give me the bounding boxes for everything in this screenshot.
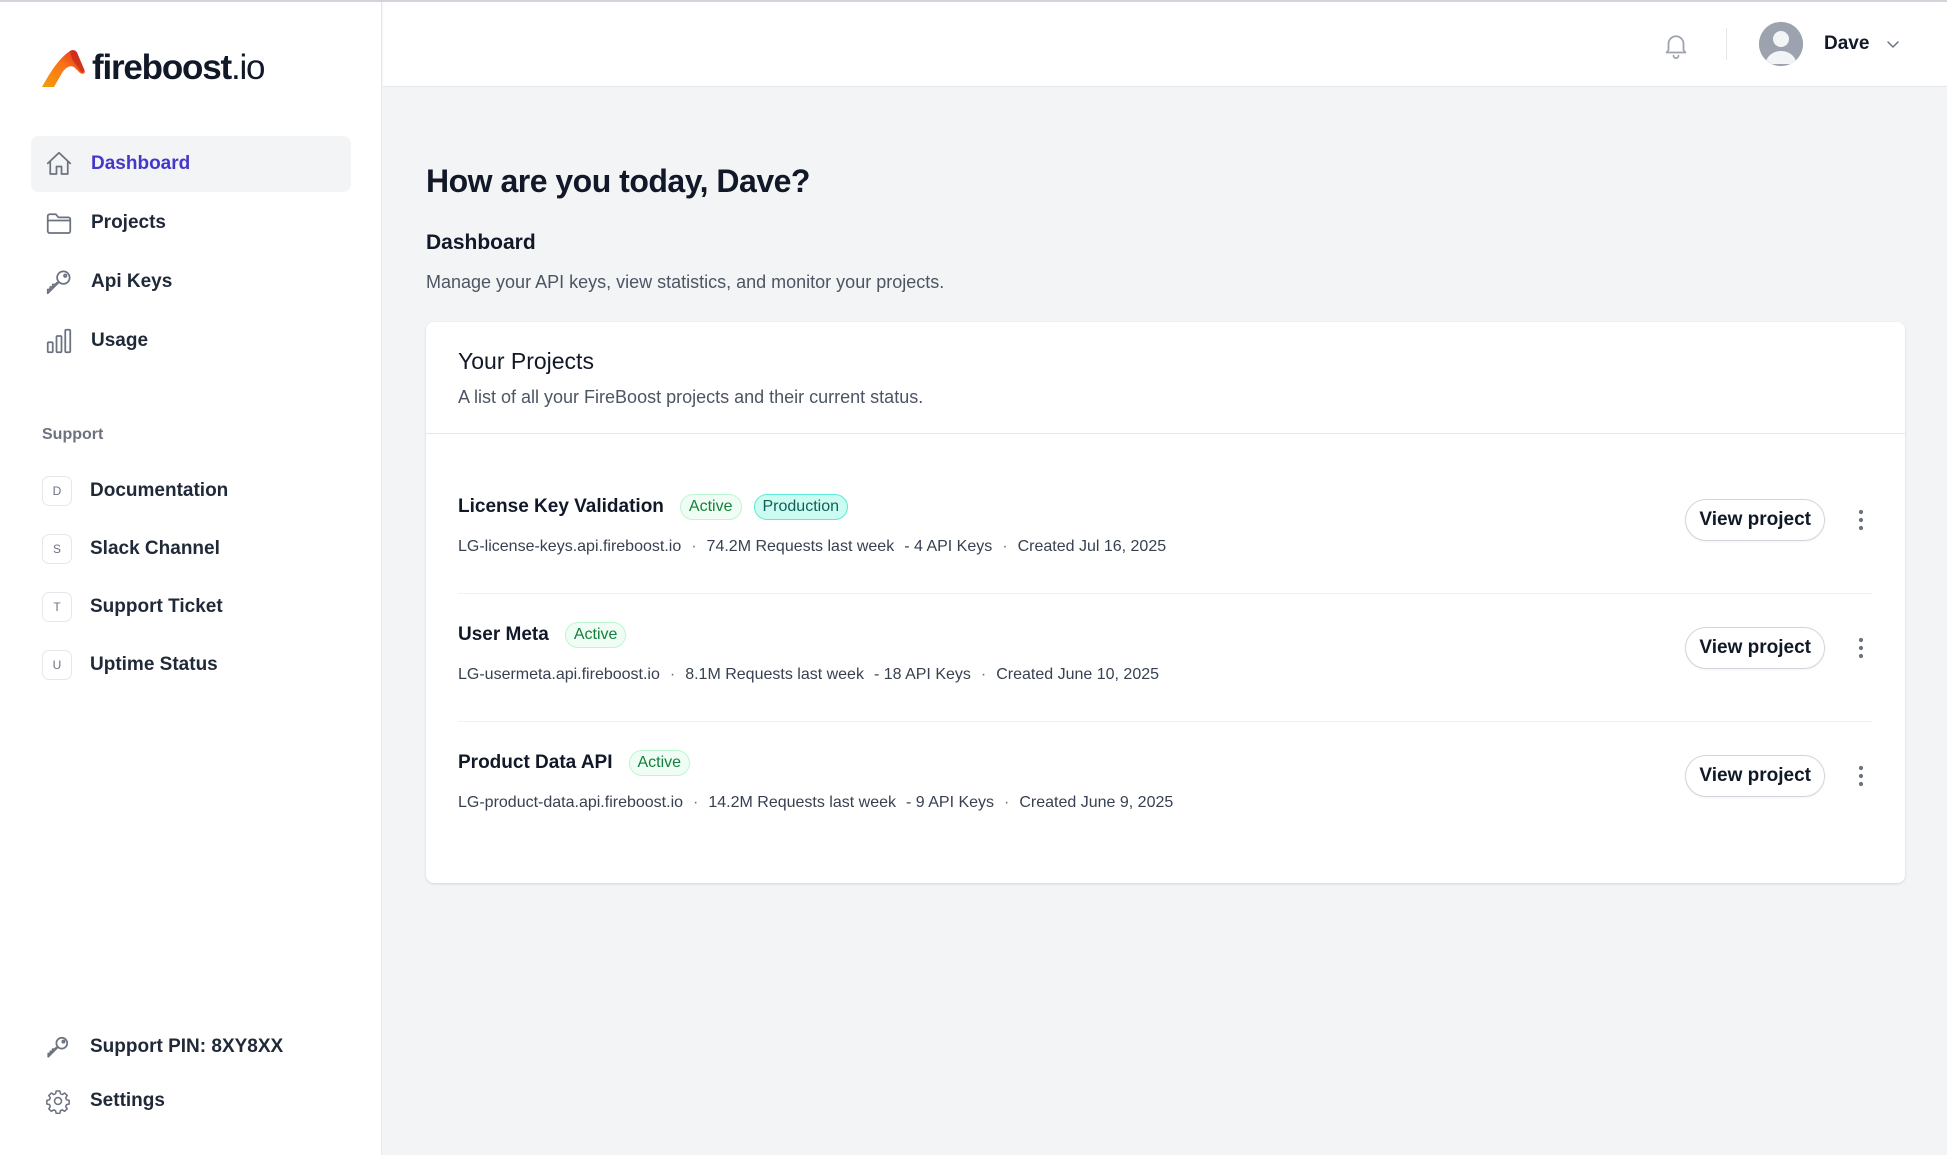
- project-requests: 14.2M Requests last week: [708, 794, 896, 811]
- projects-card-description: A list of all your FireBoost projects an…: [458, 387, 924, 407]
- top-header: Dave: [383, 2, 1947, 87]
- sidebar: fireboost.io Dashboard Projects Api Keys…: [0, 2, 382, 1155]
- projects-card-header: Your Projects A list of all your FireBoo…: [426, 322, 1905, 434]
- support-item-documentation[interactable]: D Documentation: [31, 462, 351, 520]
- folder-icon: [43, 207, 75, 239]
- home-icon: [43, 148, 75, 180]
- project-keys: - 18 API Keys: [873, 666, 971, 683]
- projects-card: Your Projects A list of all your FireBoo…: [426, 322, 1905, 883]
- sidebar-item-settings[interactable]: Settings: [31, 1074, 351, 1128]
- chevron-down-icon: [1885, 36, 1901, 52]
- sidebar-item-label: Projects: [91, 212, 166, 233]
- project-name: User Meta: [458, 624, 549, 645]
- project-meta: LG-product-data.api.fireboost.io · 14.2M…: [458, 794, 1174, 811]
- projects-list: License Key Validation Active Production…: [426, 466, 1905, 850]
- support-item-label: Uptime Status: [90, 654, 218, 675]
- sidebar-item-usage[interactable]: Usage: [31, 313, 351, 369]
- avatar: [1759, 22, 1803, 66]
- status-badge: Active: [564, 622, 627, 648]
- support-item-label: Documentation: [90, 480, 229, 501]
- project-created: Created June 9, 2025: [1019, 794, 1174, 811]
- project-host: LG-license-keys.api.fireboost.io: [458, 538, 682, 555]
- chart-bar-icon: [43, 325, 75, 357]
- support-item-uptime-status[interactable]: U Uptime Status: [31, 636, 351, 694]
- user-menu[interactable]: Dave: [1759, 22, 1901, 66]
- view-project-button[interactable]: View project: [1685, 627, 1825, 669]
- list-item: User Meta Active LG-usermeta.api.fireboo…: [458, 594, 1873, 722]
- support-list: D Documentation S Slack Channel T Suppor…: [31, 462, 351, 694]
- letter-avatar: T: [42, 592, 72, 622]
- support-pin[interactable]: Support PIN: 8XY8XX: [31, 1020, 351, 1074]
- status-badge: Active: [628, 750, 691, 776]
- project-keys: - 4 API Keys: [904, 538, 993, 555]
- sidebar-item-label: Usage: [91, 330, 149, 351]
- project-name: License Key Validation: [458, 496, 664, 517]
- support-pin-label: Support PIN: 8XY8XX: [90, 1036, 284, 1057]
- more-options-icon[interactable]: [1849, 762, 1873, 790]
- sidebar-item-label: Api Keys: [91, 271, 173, 292]
- page-title: Dashboard: [426, 231, 536, 254]
- key-icon: [43, 1032, 73, 1062]
- brand-logo[interactable]: fireboost.io: [40, 46, 266, 90]
- list-item: License Key Validation Active Production…: [458, 466, 1873, 594]
- page-greeting: How are you today, Dave?: [426, 163, 810, 199]
- project-host: LG-usermeta.api.fireboost.io: [458, 666, 660, 683]
- sidebar-item-label: Dashboard: [91, 153, 191, 174]
- support-section-title: Support: [42, 426, 104, 443]
- notifications-bell-icon[interactable]: [1661, 30, 1691, 60]
- key-icon: [43, 266, 75, 298]
- more-options-icon[interactable]: [1849, 506, 1873, 534]
- brand-name: fireboost.io: [92, 48, 266, 87]
- sidebar-item-dashboard[interactable]: Dashboard: [31, 136, 351, 192]
- project-requests: 8.1M Requests last week: [685, 666, 864, 683]
- sidebar-item-label: Settings: [90, 1090, 165, 1111]
- letter-avatar: D: [42, 476, 72, 506]
- environment-badge: Production: [753, 494, 848, 520]
- support-item-label: Support Ticket: [90, 596, 223, 617]
- page-description: Manage your API keys, view statistics, a…: [426, 272, 945, 292]
- sidebar-item-api-keys[interactable]: Api Keys: [31, 254, 351, 310]
- sidebar-item-projects[interactable]: Projects: [31, 195, 351, 251]
- letter-avatar: S: [42, 534, 72, 564]
- support-item-support-ticket[interactable]: T Support Ticket: [31, 578, 351, 636]
- gear-icon: [43, 1086, 73, 1116]
- project-meta: LG-license-keys.api.fireboost.io · 74.2M…: [458, 538, 1167, 555]
- project-created: Created June 10, 2025: [996, 666, 1160, 683]
- list-item: Product Data API Active LG-product-data.…: [458, 722, 1873, 850]
- project-requests: 74.2M Requests last week: [706, 538, 895, 555]
- more-options-icon[interactable]: [1849, 634, 1873, 662]
- sidebar-bottom: Support PIN: 8XY8XX Settings: [31, 1020, 351, 1128]
- view-project-button[interactable]: View project: [1685, 755, 1825, 797]
- support-item-label: Slack Channel: [90, 538, 220, 559]
- projects-card-title: Your Projects: [458, 348, 594, 374]
- header-divider: [1726, 28, 1727, 60]
- main-nav: Dashboard Projects Api Keys Usage: [31, 136, 351, 372]
- project-host: LG-product-data.api.fireboost.io: [458, 794, 684, 811]
- project-keys: - 9 API Keys: [906, 794, 995, 811]
- project-created: Created Jul 16, 2025: [1017, 538, 1167, 555]
- view-project-button[interactable]: View project: [1685, 499, 1825, 541]
- user-name: Dave: [1824, 33, 1870, 54]
- letter-avatar: U: [42, 650, 72, 680]
- project-name: Product Data API: [458, 752, 613, 773]
- status-badge: Active: [679, 494, 742, 520]
- project-meta: LG-usermeta.api.fireboost.io · 8.1M Requ…: [458, 666, 1160, 683]
- support-item-slack-channel[interactable]: S Slack Channel: [31, 520, 351, 578]
- fireboost-logo-icon: [42, 50, 85, 87]
